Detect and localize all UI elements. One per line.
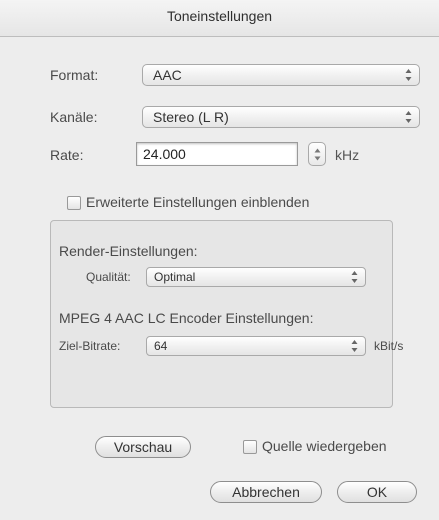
rate-label: Rate: — [50, 147, 84, 163]
up-down-arrows-icon — [351, 271, 358, 283]
quality-popup[interactable]: Optimal — [146, 267, 366, 287]
play-source-checkbox[interactable] — [243, 440, 257, 454]
format-popup[interactable]: AAC — [142, 64, 420, 86]
render-settings-heading: Render-Einstellungen: — [59, 243, 198, 259]
advanced-settings-label[interactable]: Erweiterte Einstellungen einblenden — [86, 194, 309, 210]
rate-stepper[interactable] — [308, 142, 326, 166]
window-titlebar: Toneinstellungen — [0, 0, 439, 37]
up-down-arrows-icon — [405, 69, 412, 81]
cancel-button[interactable]: Abbrechen — [210, 481, 322, 503]
rate-value: 24.000 — [143, 146, 186, 162]
bitrate-label: Ziel-Bitrate: — [59, 339, 121, 353]
channels-value: Stereo (L R) — [153, 109, 229, 125]
ok-button[interactable]: OK — [337, 481, 417, 503]
bitrate-popup[interactable]: 64 — [146, 336, 366, 356]
encoder-settings-heading: MPEG 4 AAC LC Encoder Einstellungen: — [59, 310, 314, 326]
window-title: Toneinstellungen — [166, 8, 273, 24]
preview-button-label: Vorschau — [113, 439, 173, 455]
stepper-arrows-icon — [314, 148, 321, 161]
bitrate-unit: kBit/s — [374, 339, 404, 353]
format-label: Format: — [50, 67, 99, 83]
up-down-arrows-icon — [351, 340, 358, 352]
ok-button-label: OK — [366, 484, 388, 500]
play-source-label[interactable]: Quelle wiedergeben — [262, 438, 387, 454]
up-down-arrows-icon — [405, 111, 412, 123]
channels-popup[interactable]: Stereo (L R) — [142, 106, 420, 128]
quality-label: Qualität: — [86, 270, 131, 284]
rate-unit: kHz — [335, 147, 360, 163]
bitrate-value: 64 — [154, 339, 168, 353]
advanced-settings-checkbox[interactable] — [67, 196, 81, 210]
rate-input[interactable]: 24.000 — [136, 142, 298, 166]
channels-label: Kanäle: — [50, 109, 98, 125]
preview-button[interactable]: Vorschau — [95, 436, 191, 458]
quality-value: Optimal — [154, 270, 196, 284]
format-value: AAC — [153, 67, 182, 83]
cancel-button-label: Abbrechen — [232, 484, 300, 500]
